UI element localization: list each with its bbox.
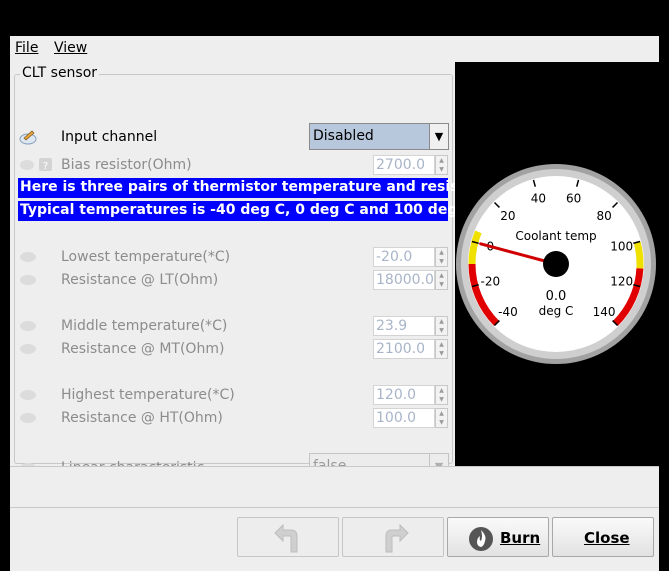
gauge-hub (543, 251, 569, 277)
bias-resistor-label: Bias resistor(Ohm) (61, 157, 192, 173)
lowest-res-input[interactable]: 18000.0 (373, 270, 435, 290)
highest-res-spinner[interactable]: ▲ ▼ (435, 408, 448, 428)
gauge-title: Coolant temp (515, 229, 596, 243)
menu-file-label: File (15, 40, 39, 56)
gauge-value: 0.0 (546, 289, 567, 304)
flame-icon (469, 527, 493, 551)
bias-resistor-input[interactable]: 2700.0 (373, 155, 435, 175)
disabled-edit-icon (20, 390, 36, 400)
highest-res-label: Resistance @ HT(Ohm) (61, 410, 223, 426)
menu-view[interactable]: View (54, 40, 87, 56)
gauge-high-yellow-band (633, 241, 644, 269)
highest-temp-spinner[interactable]: ▲ ▼ (435, 385, 448, 405)
redo-icon (385, 523, 409, 553)
gauge-area: -40-20020406080100120140 Coolant temp 0.… (455, 62, 659, 466)
gauge-tick-label: 60 (566, 191, 581, 205)
close-button-label: Close (584, 529, 630, 547)
highest-res-input[interactable]: 100.0 (373, 408, 435, 428)
edit-icon[interactable] (19, 129, 37, 145)
input-channel-value: Disabled (313, 128, 374, 144)
disabled-edit-icon (20, 252, 36, 262)
lowest-res-spinner[interactable]: ▲ ▼ (435, 270, 448, 290)
lowest-temp-spinner[interactable]: ▲ ▼ (435, 247, 448, 267)
highest-temp-input[interactable]: 120.0 (373, 385, 435, 405)
info-banner-2: Typical temperatures is -40 deg C, 0 deg… (18, 201, 472, 221)
input-channel-label: Input channel (61, 129, 158, 145)
disabled-edit-icon (20, 344, 36, 354)
lowest-res-label: Resistance @ LT(Ohm) (61, 272, 219, 288)
svg-text:?: ? (43, 161, 48, 172)
gauge-tick-label: 40 (531, 191, 546, 205)
bias-resistor-spinner[interactable]: ▲ ▼ (435, 155, 448, 175)
status-area (10, 466, 659, 508)
info-banner-1: Here is three pairs of thermistor temper… (18, 178, 508, 198)
disabled-edit-icon (20, 275, 36, 285)
gauge-tick-label: -40 (498, 305, 518, 319)
burn-button[interactable]: Burn (447, 517, 549, 557)
lowest-temp-input[interactable]: -20.0 (373, 247, 435, 267)
gauge-tick-label: 120 (610, 275, 633, 289)
middle-temp-spinner[interactable]: ▲ ▼ (435, 316, 448, 336)
redo-button[interactable] (342, 517, 444, 557)
middle-res-label: Resistance @ MT(Ohm) (61, 341, 225, 357)
lowest-temp-label: Lowest temperature(*C) (61, 249, 231, 265)
disabled-help-icon: ? (20, 158, 52, 172)
settings-window: File View CLT sensor Input channel Disab… (10, 36, 659, 571)
gauge-tick-label: -20 (481, 275, 501, 289)
burn-button-label: Burn (500, 529, 541, 547)
gauge-tick-label: 20 (500, 209, 515, 223)
highest-temp-label: Highest temperature(*C) (61, 387, 235, 403)
gauge-units: deg C (539, 304, 574, 318)
middle-temp-label: Middle temperature(*C) (61, 318, 228, 334)
coolant-temp-gauge: -40-20020406080100120140 Coolant temp 0.… (456, 164, 656, 364)
disabled-edit-icon (20, 413, 36, 423)
middle-res-input[interactable]: 2100.0 (373, 339, 435, 359)
disabled-edit-icon (20, 321, 36, 331)
middle-temp-input[interactable]: 23.9 (373, 316, 435, 336)
gauge-tick-label: 80 (596, 209, 611, 223)
middle-res-spinner[interactable]: ▲ ▼ (435, 339, 448, 359)
undo-button[interactable] (237, 517, 339, 557)
group-title: CLT sensor (20, 65, 100, 81)
clt-sensor-panel: CLT sensor Input channel Disabled ▼ ? Bi… (11, 62, 508, 480)
input-channel-select[interactable]: Disabled ▼ (309, 123, 449, 150)
menu-view-label: View (54, 40, 88, 56)
gauge-tick-label: 100 (610, 239, 633, 253)
undo-icon (274, 523, 298, 553)
close-button[interactable]: Close (552, 517, 654, 557)
gauge-tick-label: 140 (593, 305, 616, 319)
chevron-down-icon[interactable]: ▼ (429, 124, 448, 149)
menu-file[interactable]: File (15, 40, 38, 56)
menu-bar: File View (10, 36, 659, 60)
